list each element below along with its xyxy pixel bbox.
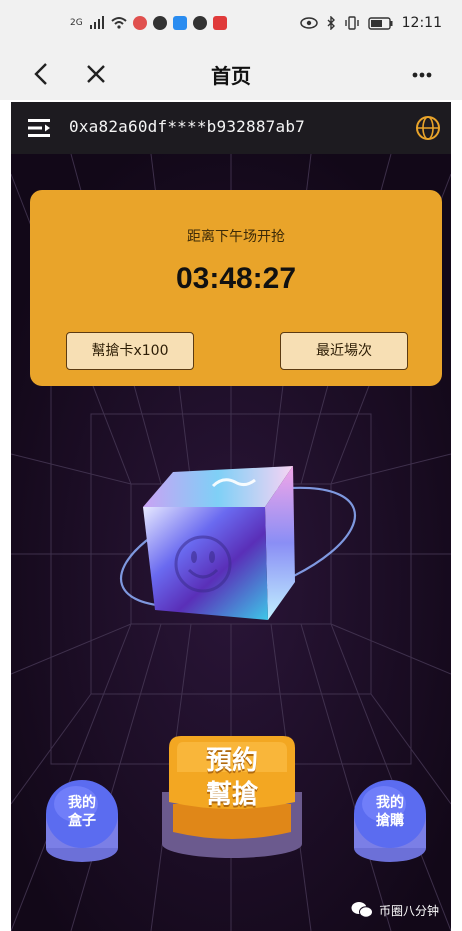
countdown-card: 距离下午场开抢 03:48:27 幫搶卡x100 最近場次 xyxy=(30,190,442,386)
bluetooth-icon xyxy=(327,16,335,30)
status-left-icons: 2G xyxy=(70,16,227,30)
red-app-icon xyxy=(212,16,227,30)
more-button[interactable] xyxy=(406,58,438,90)
signal-icon xyxy=(89,16,104,29)
reserve-grab-button[interactable]: 預約 幫搶 xyxy=(159,732,305,860)
network-type: 2G xyxy=(70,18,83,28)
watermark-text: 币圈八分钟 xyxy=(378,903,439,918)
wechat-icon xyxy=(351,902,373,918)
countdown-timer: 03:48:27 xyxy=(175,262,297,295)
reserve-label-2: 幫搶 xyxy=(205,780,258,810)
countdown-label: 距离下午场开抢 xyxy=(187,229,285,245)
my-grab-button[interactable]: 我的 搶購 xyxy=(351,774,429,870)
recent-rounds-button[interactable]: 最近場次 xyxy=(280,332,408,370)
status-right: 12:11 xyxy=(299,15,442,31)
title-bar: 首页 xyxy=(0,48,462,100)
search-app-icon xyxy=(172,16,187,30)
app-content: 0xa82a60df****b932887ab7 距离下午场开抢 03:48:2… xyxy=(11,102,451,931)
my-box-label-1: 我的 xyxy=(68,795,96,811)
status-bar: 2G 12:11 xyxy=(0,0,462,48)
reserve-label-1: 預約 xyxy=(205,746,258,776)
my-grab-label-2: 搶購 xyxy=(376,813,404,829)
globe-icon[interactable] xyxy=(415,115,441,141)
page-title: 首页 xyxy=(211,64,251,88)
battery-icon xyxy=(367,16,393,30)
wallet-address: 0xa82a60df****b932887ab7 xyxy=(69,117,305,136)
wifi-icon xyxy=(111,17,127,29)
watermark: 币圈八分钟 xyxy=(351,901,439,919)
vibrate-icon xyxy=(344,16,359,30)
my-box-label-2: 盒子 xyxy=(68,813,96,829)
grab-card-button[interactable]: 幫搶卡x100 xyxy=(66,332,194,370)
my-grab-label-1: 我的 xyxy=(376,795,404,811)
cube-illustration xyxy=(119,466,357,620)
weibo-icon xyxy=(132,16,147,30)
app-header: 0xa82a60df****b932887ab7 xyxy=(11,102,451,154)
menu-icon[interactable] xyxy=(27,116,53,140)
eye-icon xyxy=(299,17,318,29)
app-icon xyxy=(152,16,167,30)
status-time: 12:11 xyxy=(401,15,442,31)
my-box-button[interactable]: 我的 盒子 xyxy=(43,774,121,870)
chat-icon xyxy=(192,16,207,30)
more-icon xyxy=(412,72,432,78)
